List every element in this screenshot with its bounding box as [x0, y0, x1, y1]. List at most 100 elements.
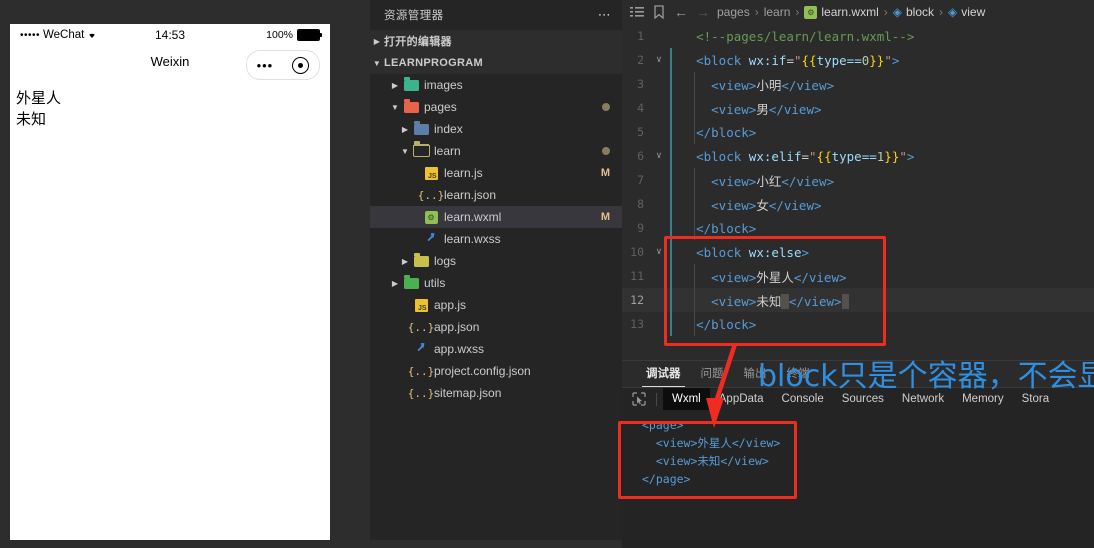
file-tree-item-sitemap-json[interactable]: ▶{..}sitemap.json [370, 382, 622, 404]
panel-tab-3[interactable]: 终端 [777, 361, 820, 387]
file-icon-wrap: {..} [408, 387, 435, 400]
chevron-down-icon[interactable]: ▼ [388, 103, 402, 112]
breadcrumb-item-pages[interactable]: pages [714, 5, 753, 19]
chevron-right-icon[interactable]: ▶ [398, 257, 412, 266]
file-icon-wrap [402, 274, 420, 289]
breadcrumb-label: pages [717, 5, 750, 19]
code-area[interactable]: 1 <!--pages/learn/learn.wxml--> 2 ∨ <block… [622, 24, 1094, 354]
file-icon-wrap: JS [422, 166, 440, 180]
phone-screen: ••••• WeChat 14:53 100% Weixin ••• 外星人 未… [10, 24, 330, 540]
devtools-tab-memory[interactable]: Memory [953, 388, 1013, 410]
file-wxss-icon: ⭷ [427, 230, 435, 245]
target-circle-icon[interactable] [292, 56, 310, 74]
devtools-tab-sources[interactable]: Sources [833, 388, 893, 410]
code-line[interactable]: 8 <view>女</view> [622, 192, 1094, 216]
breadcrumb-item-learn[interactable]: learn [761, 5, 794, 19]
file-tree-item-utils[interactable]: ▶ utils [370, 272, 622, 294]
code-line[interactable]: 4 <view>男</view> [622, 96, 1094, 120]
arrow-right-icon[interactable]: → [692, 4, 714, 20]
explorer-header: 资源管理器 ⋯ [370, 0, 622, 30]
capsule-button-group[interactable]: ••• [246, 50, 320, 80]
file-tree-item-project-config-json[interactable]: ▶{..}project.config.json [370, 360, 622, 382]
indent-guide [694, 72, 695, 144]
cube-icon: ◈ [948, 5, 958, 19]
line-number: 13 [630, 317, 644, 331]
code-line[interactable]: 2 ∨ <block wx:if="{{type==0}}"> [622, 48, 1094, 72]
code-line[interactable]: 11 <view>外星人</view> [622, 264, 1094, 288]
file-icon-wrap [412, 141, 430, 157]
wxml-tree-output: <page> <view>外星人</view> <view>未知</view> <… [622, 410, 1094, 548]
file-tree-item-logs[interactable]: ▶ logs [370, 250, 622, 272]
file-tree-label: pages [424, 100, 457, 114]
file-tree-item-app-json[interactable]: ▶{..}app.json [370, 316, 622, 338]
code-line[interactable]: 6 ∨ <block wx:elif="{{type==1}}"> [622, 144, 1094, 168]
arrow-left-icon[interactable]: ← [670, 4, 692, 20]
chevron-right-icon: ▶ [373, 36, 381, 46]
file-icon-wrap: JS [412, 298, 430, 312]
file-wxml-icon: ⚙ [424, 210, 438, 224]
line-number: 11 [630, 269, 644, 283]
panel-tab-1[interactable]: 问题 [691, 361, 734, 387]
chevron-right-icon[interactable]: ▶ [388, 279, 402, 288]
code-line[interactable]: 13 </block> [622, 312, 1094, 336]
file-icon-wrap: {..} [418, 189, 445, 202]
devtools-tab-wxml[interactable]: Wxml [663, 388, 710, 410]
line-number: 6 [637, 149, 644, 163]
bookmark-icon[interactable] [648, 5, 670, 19]
file-tree-item-images[interactable]: ▶ images [370, 74, 622, 96]
fold-toggle-icon[interactable]: ∨ [652, 55, 666, 65]
file-tree-item-app-js[interactable]: ▶JSapp.js [370, 294, 622, 316]
panel-tab-0[interactable]: 调试器 [636, 361, 691, 387]
file-tree-item-pages[interactable]: ▼ pages [370, 96, 622, 118]
breadcrumb-item-file[interactable]: ⚙ learn.wxml [801, 5, 881, 19]
chevron-right-icon[interactable]: ▶ [388, 81, 402, 90]
breadcrumb-separator: › [754, 5, 759, 19]
panel-tab-2[interactable]: 输出 [734, 361, 777, 387]
file-tree-item-learn-wxss[interactable]: ▶⭷learn.wxss [370, 228, 622, 250]
indent-guide [670, 48, 672, 336]
devtools-tab-appdata[interactable]: AppData [710, 388, 773, 410]
list-icon[interactable] [626, 6, 648, 18]
code-line[interactable]: 9 </block> [622, 216, 1094, 240]
breadcrumb-separator: › [883, 5, 888, 19]
breadcrumb-separator: › [795, 5, 800, 19]
file-tree-label: app.json [434, 320, 480, 334]
fold-toggle-icon[interactable]: ∨ [652, 151, 666, 161]
inspect-element-icon[interactable] [628, 390, 650, 408]
devtools-tab-stora[interactable]: Stora [1013, 388, 1059, 410]
code-line[interactable]: 12 <view>未知 </view> [622, 288, 1094, 312]
code-line[interactable]: 7 <view>小红</view> [622, 168, 1094, 192]
chevron-down-icon[interactable]: ▼ [398, 147, 412, 156]
sidebar-item-opened-editors[interactable]: ▶ 打开的编辑器 [370, 30, 622, 52]
file-tree-item-learn-wxml[interactable]: ▶⚙learn.wxmlM [370, 206, 622, 228]
code-line[interactable]: 1 <!--pages/learn/learn.wxml--> [622, 24, 1094, 48]
devtools-tab-console[interactable]: Console [773, 388, 833, 410]
file-tree-item-app-wxss[interactable]: ▶⭷app.wxss [370, 338, 622, 360]
file-icon-wrap: {..} [408, 365, 435, 378]
file-tree-label: images [424, 78, 463, 92]
more-dots-icon[interactable]: ••• [257, 59, 274, 72]
devtools-tab-network[interactable]: Network [893, 388, 953, 410]
ellipsis-icon[interactable]: ⋯ [598, 7, 612, 23]
fold-toggle-icon[interactable]: ∨ [652, 247, 666, 257]
file-tree-label: app.js [434, 298, 467, 312]
file-tree-label: learn.js [444, 166, 483, 180]
chevron-right-icon[interactable]: ▶ [398, 125, 412, 134]
breadcrumb-item-view[interactable]: ◈ view [945, 5, 988, 19]
file-tree-item-learn-json[interactable]: ▶{..}learn.json [370, 184, 622, 206]
code-line[interactable]: 3 <view>小明</view> [622, 72, 1094, 96]
phone-nav-bar: Weixin ••• [10, 46, 330, 84]
status-badge: M [600, 211, 610, 223]
status-badge [602, 103, 610, 111]
code-text: <block wx:else> [696, 244, 810, 260]
indent-guide [694, 264, 695, 336]
file-tree-item-learn[interactable]: ▼ learn [370, 140, 622, 162]
breadcrumb-item-block[interactable]: ◈ block [890, 5, 937, 19]
file-tree-label: index [434, 122, 463, 136]
code-line[interactable]: 5 </block> [622, 120, 1094, 144]
sidebar-item-project-root[interactable]: ▼ LEARNPROGRAM [370, 52, 622, 74]
code-line[interactable]: 10 ∨ <block wx:else> [622, 240, 1094, 264]
breadcrumb-label: learn [763, 5, 791, 19]
file-tree-item-learn-js[interactable]: ▶JSlearn.jsM [370, 162, 622, 184]
file-tree-item-index[interactable]: ▶ index [370, 118, 622, 140]
